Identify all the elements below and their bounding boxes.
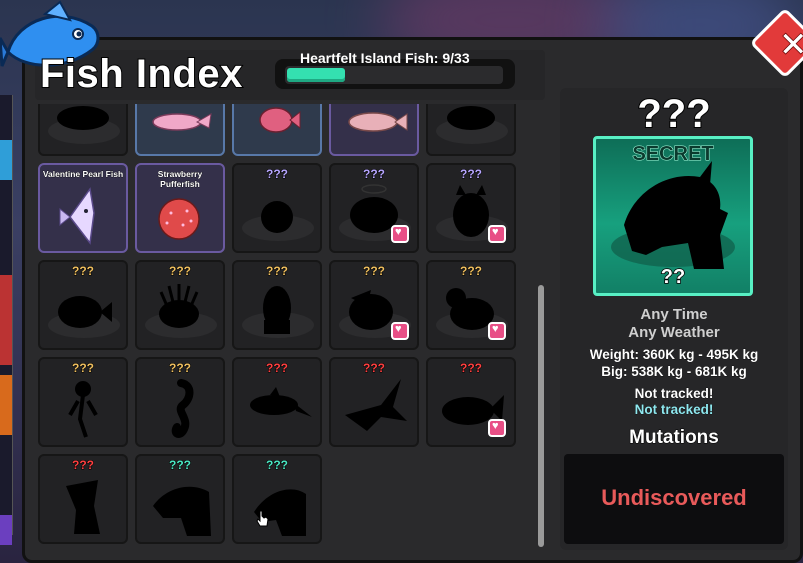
fish-cell[interactable]: ???: [38, 454, 128, 544]
rarity-badge: SECRET: [632, 143, 714, 166]
mutations-title: Mutations: [629, 427, 720, 449]
fish-cell[interactable]: ???: [232, 260, 322, 350]
detail-weight: Weight: 360K kg - 495K kg: [589, 347, 759, 363]
fish-cell-valentine-pearl-fish[interactable]: Valentine Pearl Fish: [38, 163, 128, 253]
pink-fish-icon: [259, 107, 301, 133]
pufferfish-icon: [158, 198, 200, 240]
tracked-status-secondary: Not tracked!: [634, 402, 714, 418]
left-hud-strip: [0, 95, 13, 545]
lionfish-silhouette-icon: [159, 284, 199, 328]
favorite-heart-icon[interactable]: [391, 322, 409, 340]
favorite-heart-icon[interactable]: [488, 225, 506, 243]
fish-cell[interactable]: ???: [135, 260, 225, 350]
fish-cell[interactable]: ???: [232, 454, 322, 544]
progress-label: Heartfelt Island Fish: 9/33: [300, 50, 470, 66]
favorite-heart-icon[interactable]: [391, 225, 409, 243]
detail-size-label: ??: [660, 265, 686, 289]
fish-cell[interactable]: [426, 104, 516, 156]
fish-cell[interactable]: ???: [232, 357, 322, 447]
mouse-cursor-icon: [256, 510, 269, 527]
fish-cell[interactable]: [232, 104, 322, 156]
fish-cell[interactable]: ???: [329, 163, 419, 253]
page-title: Fish Index: [39, 51, 243, 97]
hud-chip: [0, 515, 12, 545]
fish-cell[interactable]: ???: [426, 357, 516, 447]
angelfish-icon: [59, 187, 95, 245]
shark-silhouette-icon: [345, 379, 407, 431]
dragon-silhouette-icon: [153, 486, 211, 536]
fish-cell[interactable]: ???: [135, 357, 225, 447]
seahorse-silhouette-icon: [171, 379, 194, 438]
grid-scrollbar[interactable]: [538, 285, 544, 547]
pink-fish-icon: [348, 112, 408, 132]
fish-cell[interactable]: ???: [329, 357, 419, 447]
jellyfish-silhouette-icon: [68, 381, 98, 438]
fish-cell[interactable]: ???: [232, 163, 322, 253]
hud-chip: [0, 375, 12, 435]
favorite-heart-icon[interactable]: [488, 419, 506, 437]
hud-chip: [0, 140, 12, 180]
detail-time: Any Time: [640, 306, 708, 323]
fish-cell[interactable]: ???: [329, 260, 419, 350]
mutations-status: Undiscovered: [601, 485, 747, 510]
fish-silhouette-icon: [57, 106, 109, 130]
detail-big-weight: Big: 538K kg - 681K kg: [601, 364, 747, 380]
fish-cell[interactable]: ???: [426, 163, 516, 253]
fish-cell[interactable]: ???: [135, 454, 225, 544]
favorite-heart-icon[interactable]: [488, 322, 506, 340]
fish-silhouette-icon: [447, 106, 495, 130]
fish-cell[interactable]: [329, 104, 419, 156]
tree-silhouette-icon: [66, 480, 100, 534]
fish-cell[interactable]: ???: [38, 260, 128, 350]
flying-fish-icon: [152, 113, 212, 131]
fish-cell[interactable]: [135, 104, 225, 156]
hud-chip: [0, 275, 12, 365]
fish-grid[interactable]: Valentine Pearl Fish Strawberry Pufferfi…: [34, 104, 529, 550]
detail-weather: Any Weather: [628, 324, 720, 341]
tracked-status: Not tracked!: [634, 386, 714, 402]
dolphin-silhouette-icon: [250, 387, 312, 417]
squid-silhouette-icon: [263, 286, 291, 334]
fish-cell-strawberry-pufferfish[interactable]: Strawberry Pufferfish: [135, 163, 225, 253]
detail-fish-name: ???: [636, 91, 711, 137]
progress-fill: [287, 68, 345, 82]
dragon-silhouette-icon: [254, 489, 306, 536]
fish-cell[interactable]: ???: [38, 357, 128, 447]
fish-silhouette-icon: [58, 296, 112, 328]
close-icon[interactable]: ✕: [778, 25, 803, 65]
blob-silhouette-icon: [261, 201, 293, 233]
fish-cell[interactable]: ???: [426, 260, 516, 350]
fish-cell[interactable]: [38, 104, 128, 156]
